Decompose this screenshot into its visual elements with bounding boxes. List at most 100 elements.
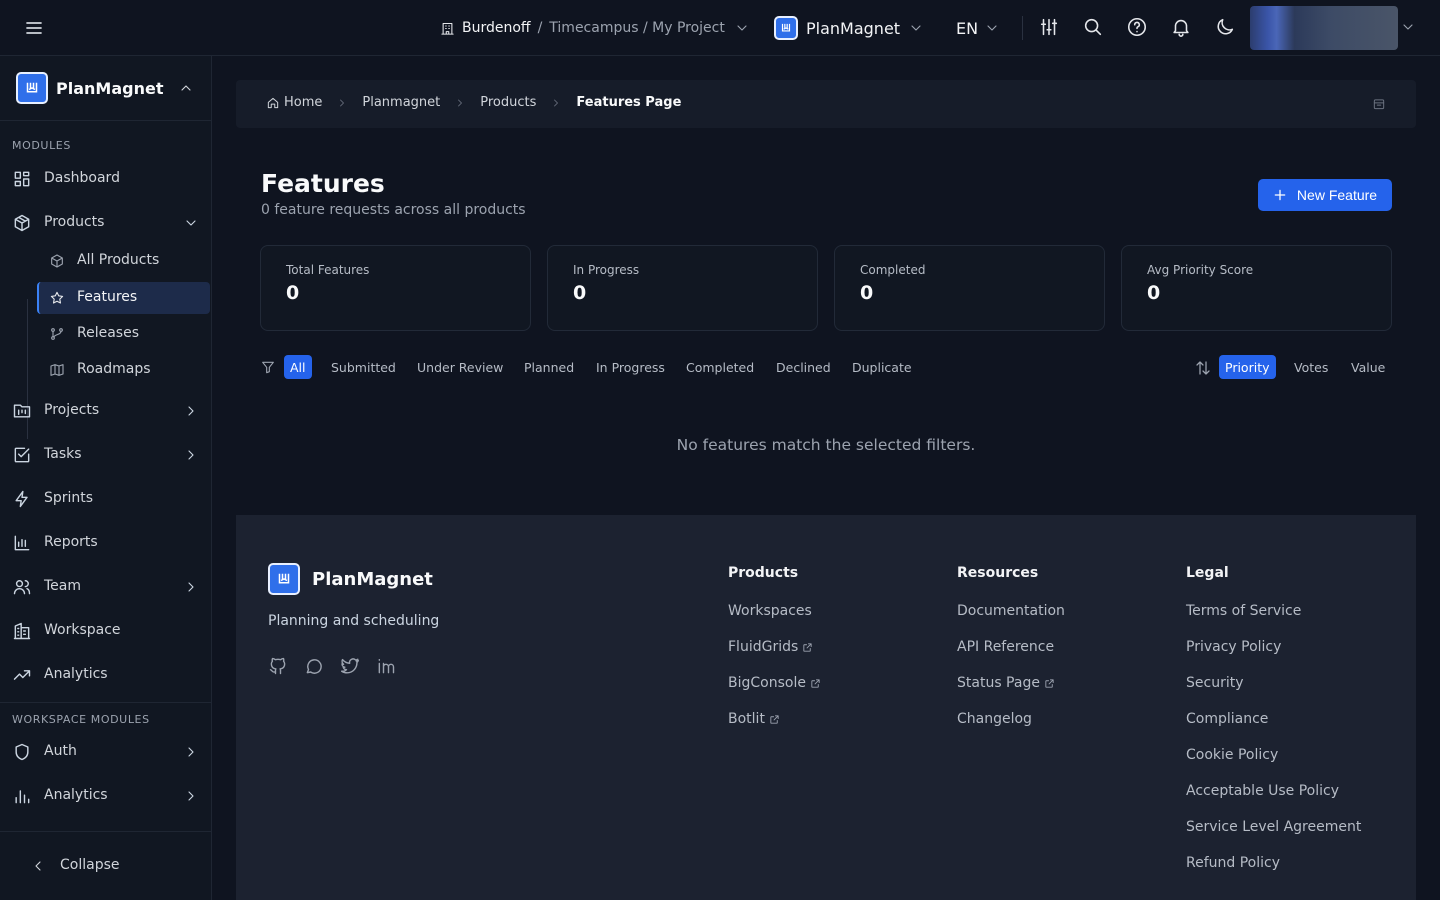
linkedin-icon[interactable] (376, 656, 396, 676)
sidebar-item-projects[interactable]: Projects (0, 393, 211, 429)
sidebar-item-dashboard[interactable]: Dashboard (0, 161, 211, 197)
bar-chart-icon (12, 533, 32, 553)
moon-icon[interactable] (1214, 16, 1236, 38)
bell-icon[interactable] (1170, 16, 1192, 38)
twitter-icon[interactable] (340, 656, 360, 676)
org-name: Burdenoff (462, 20, 531, 36)
sidebar-item-workspace-analytics[interactable]: Analytics (0, 778, 211, 814)
external-link-icon (802, 642, 813, 653)
footer-link-compliance[interactable]: Compliance (1186, 711, 1268, 727)
sort-chip-value[interactable]: Value (1345, 355, 1391, 379)
footer-link-security[interactable]: Security (1186, 675, 1244, 691)
language-selector[interactable]: EN (956, 16, 1000, 40)
app-switcher[interactable]: PlanMagnet (774, 15, 924, 41)
filter-chip-completed[interactable]: Completed (680, 355, 760, 379)
sidebar-subitem-releases[interactable]: Releases (37, 318, 210, 350)
breadcrumb-home-label: Home (284, 95, 323, 110)
sidebar-item-analytics[interactable]: Analytics (0, 657, 211, 693)
footer-link-api-reference[interactable]: API Reference (957, 639, 1054, 655)
footer-link-fluidgrids[interactable]: FluidGrids (728, 639, 813, 655)
filter-chip-in-progress[interactable]: In Progress (590, 355, 671, 379)
footer-heading: Products (728, 565, 799, 581)
footer-link-changelog[interactable]: Changelog (957, 711, 1032, 727)
chevron-down-icon (183, 215, 199, 231)
footer-link-cookie-policy[interactable]: Cookie Policy (1186, 747, 1278, 763)
path-separator: / (537, 20, 543, 36)
chevron-right-icon (183, 447, 199, 463)
chevron-up-icon[interactable] (178, 80, 194, 96)
breadcrumb-planmagnet[interactable]: Planmagnet (362, 95, 440, 110)
project-path: Timecampus / My Project (549, 20, 725, 36)
breadcrumb-products[interactable]: Products (480, 95, 536, 110)
sidebar-subitem-label: Roadmaps (77, 361, 151, 377)
footer-link-sla[interactable]: Service Level Agreement (1186, 819, 1361, 835)
footer-link-bigconsole[interactable]: BigConsole (728, 675, 821, 691)
footer-column-legal: Legal (1186, 565, 1229, 585)
filter-chip-all[interactable]: All (284, 355, 312, 379)
collapse-button[interactable]: Collapse (0, 850, 211, 882)
sort-icon (1194, 359, 1212, 377)
sidebar-subitem-roadmaps[interactable]: Roadmaps (37, 354, 210, 386)
sidebar-item-tasks[interactable]: Tasks (0, 437, 211, 473)
filter-chip-duplicate[interactable]: Duplicate (846, 355, 918, 379)
project-switcher[interactable]: Burdenoff / Timecampus / My Project (440, 16, 750, 40)
chevron-right-icon (454, 97, 466, 109)
sidebar-item-products[interactable]: Products (0, 205, 211, 241)
footer-link-workspaces[interactable]: Workspaces (728, 603, 812, 619)
github-icon[interactable] (268, 656, 288, 676)
filter-chip-submitted[interactable]: Submitted (325, 355, 402, 379)
sidebar-item-label: Sprints (44, 490, 94, 506)
sidebar-item-label: Tasks (44, 446, 82, 462)
filter-chip-declined[interactable]: Declined (770, 355, 837, 379)
divider (0, 702, 211, 703)
map-icon (49, 362, 65, 378)
shield-icon (12, 742, 32, 762)
footer-link-refund-policy[interactable]: Refund Policy (1186, 855, 1280, 871)
footer-link-terms[interactable]: Terms of Service (1186, 603, 1301, 619)
footer-link-privacy[interactable]: Privacy Policy (1186, 639, 1281, 655)
search-icon[interactable] (1082, 16, 1104, 38)
chevron-right-icon (183, 403, 199, 419)
footer-link-acceptable-use[interactable]: Acceptable Use Policy (1186, 783, 1339, 799)
stat-label: Total Features (286, 263, 370, 277)
new-feature-button[interactable]: New Feature (1258, 179, 1392, 211)
filter-chip-planned[interactable]: Planned (518, 355, 580, 379)
sidebar-subitem-all-products[interactable]: All Products (37, 245, 210, 277)
sidebar-subitem-features[interactable]: Features (37, 282, 210, 314)
new-feature-label: New Feature (1296, 187, 1378, 203)
calendar-icon[interactable] (1372, 97, 1386, 111)
user-avatar[interactable] (1250, 6, 1398, 50)
stat-label: Completed (860, 263, 926, 277)
sort-chip-priority[interactable]: Priority (1219, 355, 1276, 379)
top-bar: Burdenoff / Timecampus / My Project Plan… (0, 0, 1440, 56)
sidebar-item-sprints[interactable]: Sprints (0, 481, 211, 517)
star-icon (49, 290, 65, 306)
chevron-right-icon (183, 579, 199, 595)
footer-link-documentation[interactable]: Documentation (957, 603, 1065, 619)
sidebar-item-team[interactable]: Team (0, 569, 211, 605)
chevron-left-icon (30, 858, 46, 874)
stat-label: In Progress (573, 263, 640, 277)
sliders-icon[interactable] (1038, 16, 1060, 38)
sort-chip-votes[interactable]: Votes (1288, 355, 1334, 379)
sidebar-item-label: Team (44, 578, 82, 594)
planmagnet-logo-icon (774, 16, 798, 40)
filter-chip-under-review[interactable]: Under Review (411, 355, 509, 379)
sidebar-item-auth[interactable]: Auth (0, 734, 211, 770)
chevron-down-icon[interactable] (1400, 19, 1416, 35)
footer-link-status-page[interactable]: Status Page (957, 675, 1055, 691)
sidebar-item-workspace[interactable]: Workspace (0, 613, 211, 649)
help-icon[interactable] (1126, 16, 1148, 38)
stat-card-avg-priority: Avg Priority Score 0 (1121, 245, 1392, 331)
chat-icon[interactable] (304, 656, 324, 676)
dashboard-icon (12, 169, 32, 189)
menu-icon[interactable] (22, 16, 46, 40)
footer-brand[interactable]: PlanMagnet (268, 563, 433, 595)
sidebar-item-label: Dashboard (44, 170, 120, 186)
breadcrumb-home[interactable]: Home (266, 95, 322, 110)
footer-link-botlit[interactable]: Botlit (728, 711, 780, 727)
sidebar-brand[interactable]: PlanMagnet (16, 72, 163, 104)
footer-heading: Resources (957, 565, 1039, 581)
sidebar-item-reports[interactable]: Reports (0, 525, 211, 561)
sidebar-item-label: Workspace (44, 622, 121, 638)
